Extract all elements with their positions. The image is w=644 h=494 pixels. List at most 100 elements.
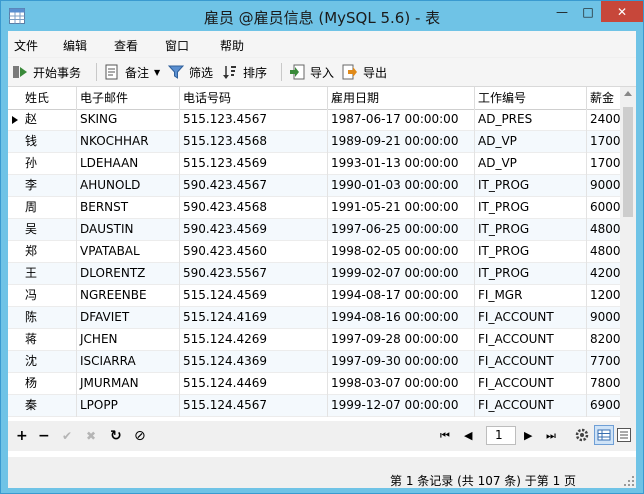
- menu-help[interactable]: 帮助: [220, 37, 244, 54]
- cell-job-id[interactable]: IT_PROG: [475, 263, 587, 285]
- data-grid[interactable]: 姓氏 电子邮件 电话号码 雇用日期 工作编号 薪金 赵 SKING 515.123.…: [8, 87, 636, 457]
- cell-phone[interactable]: 515.123.4567: [180, 109, 328, 131]
- cell-phone[interactable]: 515.124.4369: [180, 351, 328, 373]
- cell-hire-date[interactable]: 1998-03-07 00:00:00: [328, 373, 475, 395]
- cell-last-name[interactable]: 钱: [22, 131, 77, 153]
- table-row[interactable]: 王 DLORENTZ 590.423.5567 1999-02-07 00:00:00…: [8, 263, 627, 285]
- vertical-scroll-thumb[interactable]: [623, 107, 633, 217]
- cell-last-name[interactable]: 陈: [22, 307, 77, 329]
- table-row[interactable]: 秦 LPOPP 515.124.4567 1999-12-07 00:00:00 FI_…: [8, 395, 627, 417]
- cell-phone[interactable]: 590.423.4568: [180, 197, 328, 219]
- add-record-button[interactable]: +: [16, 429, 28, 443]
- cell-job-id[interactable]: FI_ACCOUNT: [475, 373, 587, 395]
- cell-hire-date[interactable]: 1997-06-25 00:00:00: [328, 219, 475, 241]
- cell-job-id[interactable]: FI_ACCOUNT: [475, 351, 587, 373]
- settings-icon[interactable]: [574, 427, 590, 443]
- cell-last-name[interactable]: 秦: [22, 395, 77, 417]
- column-header-phone[interactable]: 电话号码: [180, 87, 328, 109]
- table-row[interactable]: 杨 JMURMAN 515.124.4469 1998-03-07 00:00:00 F…: [8, 373, 627, 395]
- table-row[interactable]: 沈 ISCIARRA 515.124.4369 1997-09-30 00:00:00…: [8, 351, 627, 373]
- resize-grip-icon[interactable]: [624, 476, 634, 486]
- cell-hire-date[interactable]: 1998-02-05 00:00:00: [328, 241, 475, 263]
- cell-job-id[interactable]: FI_ACCOUNT: [475, 329, 587, 351]
- cell-phone[interactable]: 590.423.4560: [180, 241, 328, 263]
- close-button[interactable]: ✕: [601, 1, 643, 22]
- cell-job-id[interactable]: IT_PROG: [475, 241, 587, 263]
- cell-job-id[interactable]: FI_ACCOUNT: [475, 395, 587, 417]
- next-page-button[interactable]: ▶: [524, 429, 532, 443]
- cell-phone[interactable]: 590.423.4569: [180, 219, 328, 241]
- table-row[interactable]: 周 BERNST 590.423.4568 1991-05-21 00:00:00 IT…: [8, 197, 627, 219]
- menu-view[interactable]: 查看: [114, 37, 138, 54]
- cell-last-name[interactable]: 李: [22, 175, 77, 197]
- first-page-button[interactable]: ⏮: [440, 429, 450, 443]
- table-row[interactable]: 郑 VPATABAL 590.423.4560 1998-02-05 00:00:00…: [8, 241, 627, 263]
- cell-phone[interactable]: 590.423.5567: [180, 263, 328, 285]
- discard-changes-button[interactable]: ✖: [86, 429, 96, 443]
- cell-job-id[interactable]: FI_MGR: [475, 285, 587, 307]
- cell-hire-date[interactable]: 1999-12-07 00:00:00: [328, 395, 475, 417]
- cell-job-id[interactable]: IT_PROG: [475, 175, 587, 197]
- cell-hire-date[interactable]: 1990-01-03 00:00:00: [328, 175, 475, 197]
- cell-job-id[interactable]: AD_VP: [475, 153, 587, 175]
- table-row[interactable]: 吴 DAUSTIN 590.423.4569 1997-06-25 00:00:00 I…: [8, 219, 627, 241]
- cell-job-id[interactable]: FI_ACCOUNT: [475, 307, 587, 329]
- page-number-input[interactable]: 1: [486, 426, 516, 445]
- column-header-email[interactable]: 电子邮件: [77, 87, 180, 109]
- cell-hire-date[interactable]: 1989-09-21 00:00:00: [328, 131, 475, 153]
- cell-email[interactable]: NKOCHHAR: [77, 131, 180, 153]
- filter-button[interactable]: 筛选: [168, 63, 213, 81]
- stop-button[interactable]: ⊘: [134, 429, 146, 443]
- refresh-button[interactable]: ↻: [110, 429, 122, 443]
- cell-email[interactable]: ISCIARRA: [77, 351, 180, 373]
- cell-phone[interactable]: 515.124.4169: [180, 307, 328, 329]
- cell-phone[interactable]: 515.124.4469: [180, 373, 328, 395]
- maximize-button[interactable]: □: [575, 1, 601, 22]
- cell-hire-date[interactable]: 1991-05-21 00:00:00: [328, 197, 475, 219]
- grid-view-icon[interactable]: [594, 425, 614, 445]
- cell-last-name[interactable]: 蒋: [22, 329, 77, 351]
- cell-email[interactable]: BERNST: [77, 197, 180, 219]
- column-header-job-id[interactable]: 工作编号: [475, 87, 587, 109]
- cell-last-name[interactable]: 孙: [22, 153, 77, 175]
- table-row[interactable]: 蒋 JCHEN 515.124.4269 1997-09-28 00:00:00 FI_…: [8, 329, 627, 351]
- cell-last-name[interactable]: 周: [22, 197, 77, 219]
- import-button[interactable]: 导入: [289, 63, 334, 81]
- sort-button[interactable]: 排序: [222, 63, 267, 81]
- cell-email[interactable]: AHUNOLD: [77, 175, 180, 197]
- table-row[interactable]: 李 AHUNOLD 590.423.4567 1990-01-03 00:00:00 I…: [8, 175, 627, 197]
- cell-last-name[interactable]: 赵: [22, 109, 77, 131]
- export-button[interactable]: 导出: [342, 63, 387, 81]
- cell-hire-date[interactable]: 1994-08-16 00:00:00: [328, 307, 475, 329]
- minimize-button[interactable]: —: [549, 1, 575, 22]
- table-row[interactable]: 冯 NGREENBE 515.124.4569 1994-08-17 00:00:00…: [8, 285, 627, 307]
- cell-email[interactable]: JMURMAN: [77, 373, 180, 395]
- cell-last-name[interactable]: 杨: [22, 373, 77, 395]
- cell-email[interactable]: DFAVIET: [77, 307, 180, 329]
- cell-last-name[interactable]: 冯: [22, 285, 77, 307]
- cell-last-name[interactable]: 郑: [22, 241, 77, 263]
- cell-hire-date[interactable]: 1997-09-30 00:00:00: [328, 351, 475, 373]
- cell-email[interactable]: DLORENTZ: [77, 263, 180, 285]
- cell-email[interactable]: NGREENBE: [77, 285, 180, 307]
- vertical-scrollbar[interactable]: [620, 87, 636, 441]
- cell-job-id[interactable]: AD_VP: [475, 131, 587, 153]
- notes-button[interactable]: 备注 ▼: [104, 63, 160, 81]
- cell-job-id[interactable]: IT_PROG: [475, 197, 587, 219]
- table-row[interactable]: 孙 LDEHAAN 515.123.4569 1993-01-13 00:00:00 A…: [8, 153, 627, 175]
- cell-hire-date[interactable]: 1999-02-07 00:00:00: [328, 263, 475, 285]
- menu-window[interactable]: 窗口: [165, 37, 189, 54]
- table-row[interactable]: 钱 NKOCHHAR 515.123.4568 1989-09-21 00:00:00…: [8, 131, 627, 153]
- cell-phone[interactable]: 515.124.4569: [180, 285, 328, 307]
- cell-hire-date[interactable]: 1993-01-13 00:00:00: [328, 153, 475, 175]
- cell-phone[interactable]: 515.124.4567: [180, 395, 328, 417]
- last-page-button[interactable]: ⏭: [546, 429, 556, 443]
- cell-hire-date[interactable]: 1994-08-17 00:00:00: [328, 285, 475, 307]
- title-bar[interactable]: 雇员 @雇员信息 (MySQL 5.6) - 表 — □ ✕: [1, 1, 643, 31]
- cell-last-name[interactable]: 吴: [22, 219, 77, 241]
- menu-file[interactable]: 文件: [14, 37, 38, 54]
- column-header-last-name[interactable]: 姓氏: [22, 87, 77, 109]
- menu-edit[interactable]: 编辑: [63, 37, 87, 54]
- cell-phone[interactable]: 515.124.4269: [180, 329, 328, 351]
- cell-last-name[interactable]: 王: [22, 263, 77, 285]
